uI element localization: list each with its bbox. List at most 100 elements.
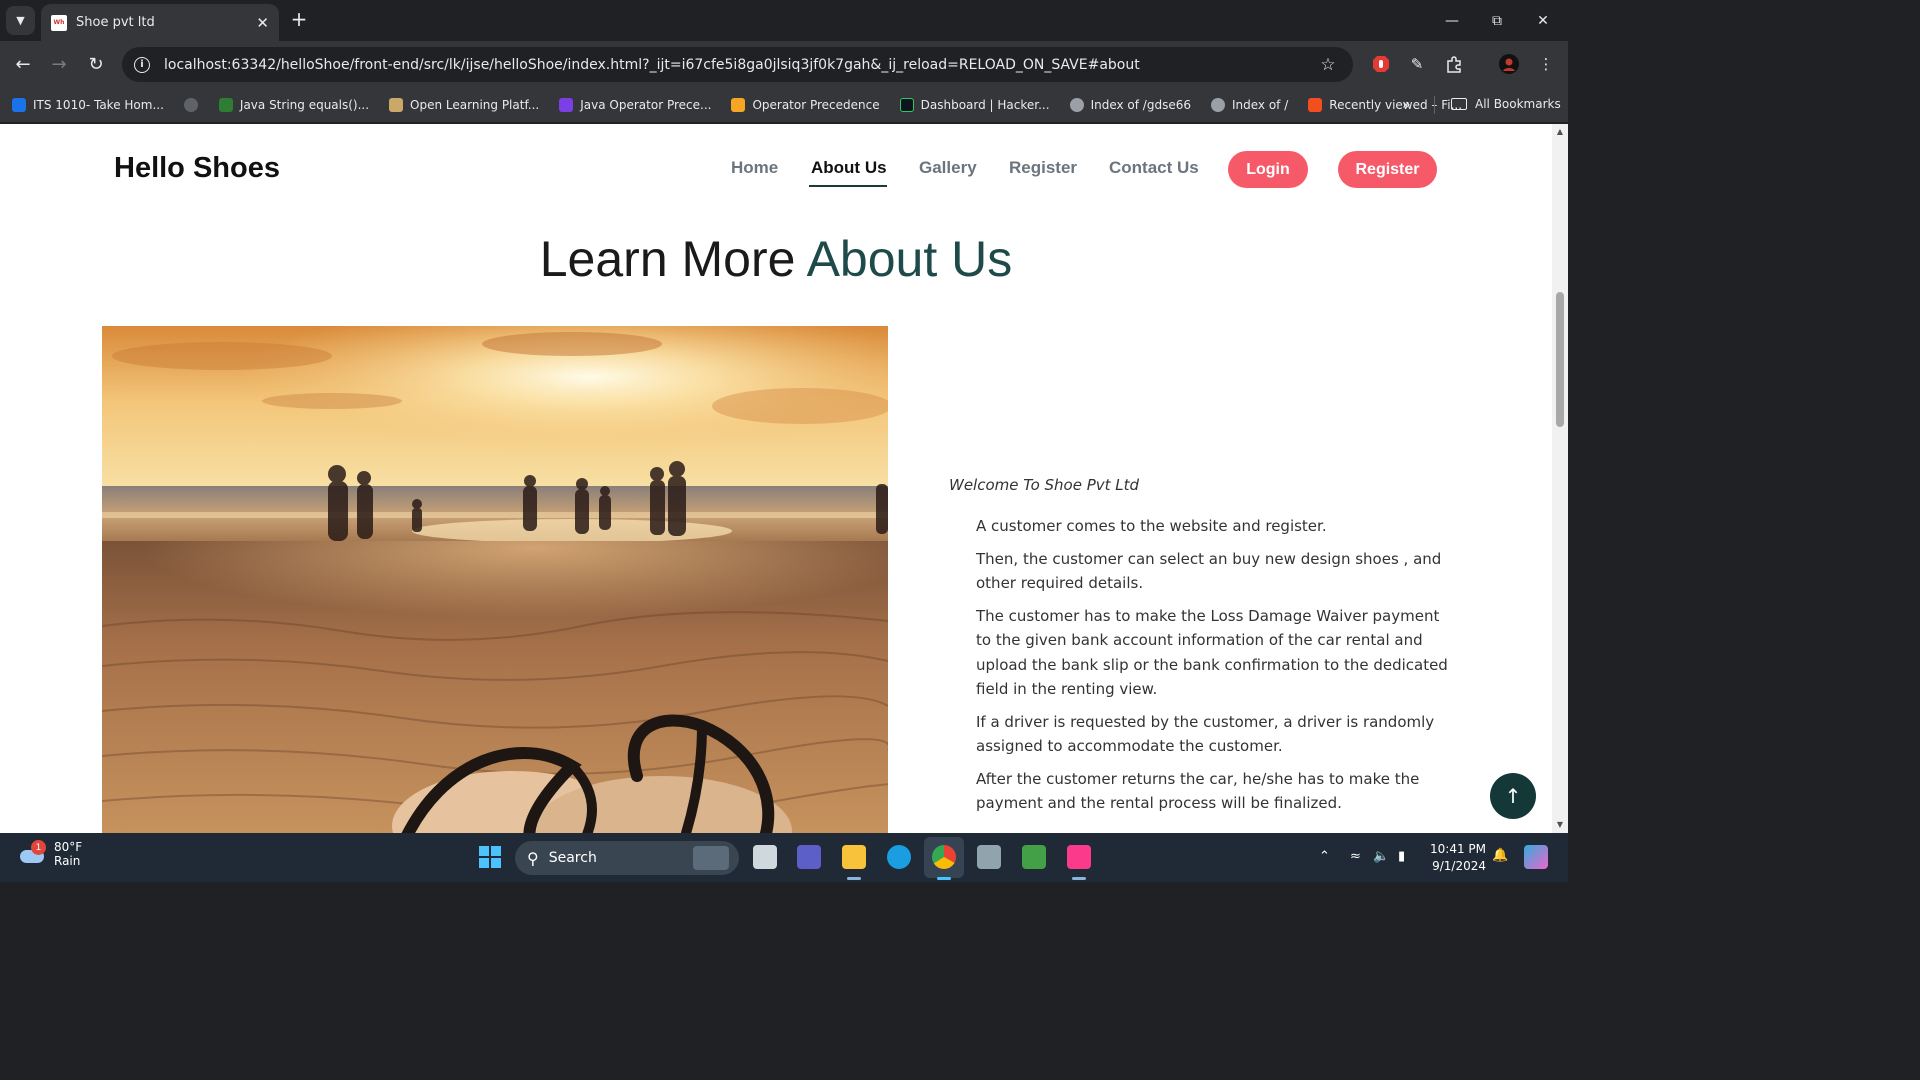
back-button[interactable]: ← (10, 51, 36, 77)
taskbar-search-box[interactable]: ⚲ Search (515, 841, 739, 875)
eyedropper-extension-icon[interactable]: ✎ (1406, 53, 1428, 75)
list-item: If a driver is requested by the customer… (976, 712, 1435, 756)
page-scrollbar[interactable]: ▲ ▼ (1552, 124, 1568, 833)
rain-cloud-icon: 1 (18, 840, 48, 866)
operator-icon (731, 98, 746, 112)
classroom-icon (12, 98, 26, 112)
university-crest-icon (389, 98, 404, 112)
figma-icon (1308, 98, 1323, 112)
bookmarks-divider (1434, 96, 1435, 114)
system-clock[interactable]: 10:41 PM 9/1/2024 (1430, 841, 1486, 875)
back-to-top-button[interactable]: ↑ (1490, 773, 1536, 819)
address-bar[interactable]: i localhost:63342/helloShoe/front-end/sr… (122, 47, 1353, 82)
bookmark-item[interactable]: Recently viewed – Fi... (1308, 98, 1462, 112)
list-item: The customer has to make the Loss Damage… (976, 606, 1448, 699)
login-button[interactable]: Login (1228, 151, 1308, 188)
close-window-button[interactable]: ✕ (1520, 0, 1566, 41)
edge-icon[interactable] (887, 845, 911, 869)
url-text: localhost:63342/helloShoe/front-end/src/… (164, 56, 1140, 73)
profile-avatar-icon[interactable] (1498, 53, 1520, 75)
bookmark-item[interactable]: Index of / (1210, 98, 1288, 112)
running-indicator (1072, 877, 1086, 880)
nav-contact-us[interactable]: Contact Us (1109, 158, 1199, 178)
scrollbar-thumb[interactable] (1556, 292, 1564, 427)
photos-icon[interactable] (977, 845, 1001, 869)
site-info-icon[interactable]: i (134, 56, 150, 73)
teams-icon[interactable] (797, 845, 821, 869)
all-bookmarks-button[interactable]: All Bookmarks (1451, 97, 1561, 111)
programiz-icon (559, 98, 574, 112)
bookmark-item[interactable] (183, 98, 205, 112)
extensions-puzzle-icon[interactable] (1443, 53, 1465, 75)
scroll-up-arrow-icon[interactable]: ▲ (1555, 127, 1565, 136)
list-item: After the customer returns the car, he/s… (976, 769, 1420, 813)
weather-widget[interactable]: 1 80°F Rain (18, 840, 82, 868)
restore-button[interactable]: ⧉ (1474, 0, 1520, 41)
show-hidden-icons-chevron-icon[interactable]: ⌃ (1319, 849, 1330, 864)
bookmarks-bar: ITS 1010- Take Hom... Java String equals… (0, 88, 1568, 123)
bookmark-star-icon[interactable]: ☆ (1315, 55, 1341, 75)
welcome-text: Welcome To Shoe Pvt Ltd (949, 476, 1140, 494)
forward-button[interactable]: → (46, 51, 72, 77)
nav-gallery[interactable]: Gallery (919, 158, 977, 178)
site-brand[interactable]: Hello Shoes (114, 152, 280, 185)
folder-icon (1451, 98, 1467, 110)
arrow-up-icon: ↑ (1504, 784, 1522, 808)
running-indicator (937, 877, 951, 880)
bookmark-item[interactable]: Java Operator Prece... (559, 98, 711, 112)
task-view-icon[interactable] (753, 845, 777, 869)
search-icon: ⚲ (527, 848, 539, 868)
adblock-extension-icon[interactable] (1370, 53, 1392, 75)
process-steps-list: A customer comes to the website and regi… (949, 514, 1449, 816)
copilot-icon[interactable] (1524, 845, 1548, 869)
browser-toolbar: ← → ↻ i localhost:63342/helloShoe/front-… (0, 41, 1568, 88)
browser-tab[interactable]: Wh Shoe pvt ltd ✕ (41, 4, 279, 41)
list-item: A customer comes to the website and regi… (976, 517, 1327, 535)
scroll-down-arrow-icon[interactable]: ▼ (1555, 820, 1565, 829)
wifi-icon[interactable]: ≈ (1350, 849, 1361, 864)
bookmark-item[interactable]: Operator Precedence (731, 98, 880, 112)
about-description: Welcome To Shoe Pvt Ltd A customer comes… (949, 476, 1449, 824)
app-icon[interactable] (1022, 845, 1046, 869)
clock-time: 10:41 PM (1430, 842, 1486, 856)
nav-home[interactable]: Home (731, 158, 778, 178)
section-heading: Learn More About Us (0, 230, 1552, 288)
github-icon (183, 98, 198, 112)
tab-strip: ▼ Wh Shoe pvt ltd ✕ + — ⧉ ✕ (0, 0, 1568, 41)
minimize-button[interactable]: — (1429, 0, 1475, 41)
bookmark-item[interactable]: Index of /gdse66 (1069, 98, 1191, 112)
page-viewport: Hello Shoes Home About Us Gallery Regist… (0, 124, 1552, 833)
notification-bell-icon[interactable]: 🔔 (1492, 848, 1508, 863)
site-favicon-icon: Wh (51, 14, 67, 31)
windows-taskbar: 1 80°F Rain ⚲ Search ⌃ ≈ 🔈 ▮ 10:41 PM 9/… (0, 833, 1568, 882)
close-tab-icon[interactable]: ✕ (256, 14, 269, 32)
hackerrank-icon (899, 98, 914, 112)
running-indicator (847, 877, 861, 880)
volume-icon[interactable]: 🔈 (1373, 849, 1389, 864)
clock-date: 9/1/2024 (1432, 859, 1486, 873)
menu-kebab-icon[interactable]: ⋮ (1535, 53, 1557, 75)
tab-title: Shoe pvt ltd (76, 15, 155, 30)
chrome-icon[interactable] (932, 845, 956, 869)
register-button[interactable]: Register (1338, 151, 1437, 188)
reload-button[interactable]: ↻ (83, 51, 109, 77)
tab-search-button[interactable]: ▼ (6, 6, 35, 35)
heading-plain: Learn More (539, 231, 807, 287)
bookmark-item[interactable]: ITS 1010- Take Hom... (12, 98, 164, 112)
weather-description: Rain (54, 854, 81, 868)
intellij-idea-icon[interactable] (1067, 845, 1091, 869)
search-highlight-icon (693, 846, 729, 870)
notification-badge: 1 (31, 840, 46, 855)
new-tab-button[interactable]: + (288, 8, 310, 30)
nav-register[interactable]: Register (1009, 158, 1077, 178)
bookmark-item[interactable]: Open Learning Platf... (389, 98, 539, 112)
bookmark-item[interactable]: Dashboard | Hacker... (899, 98, 1050, 112)
w3resource-icon (218, 98, 233, 112)
battery-icon[interactable]: ▮ (1398, 849, 1405, 864)
more-bookmarks-chevron-icon[interactable]: » (1402, 97, 1411, 113)
windows-start-icon[interactable] (478, 845, 502, 869)
heading-highlight: About Us (806, 231, 1013, 287)
bookmark-item[interactable]: Java String equals()... (218, 98, 369, 112)
file-explorer-icon[interactable] (842, 845, 866, 869)
nav-about-us[interactable]: About Us (811, 158, 887, 178)
